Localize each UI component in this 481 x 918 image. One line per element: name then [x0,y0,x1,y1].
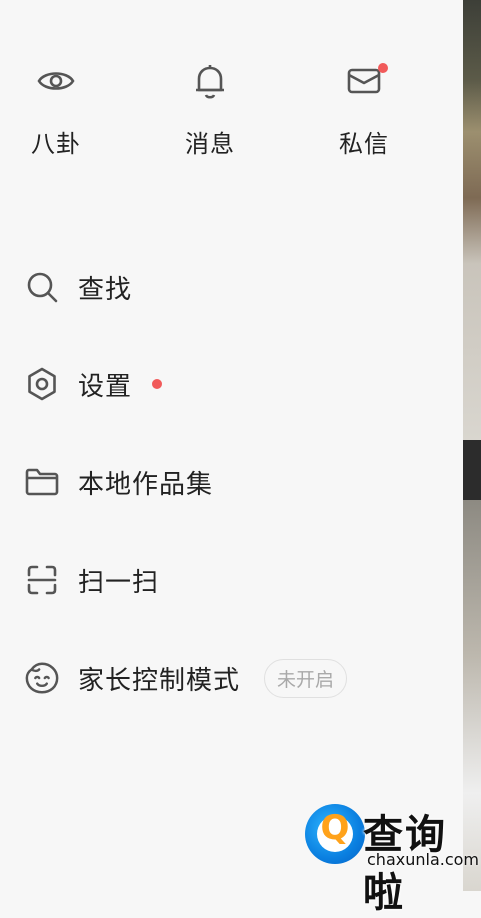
menu-item-parental-control[interactable]: 家长控制模式 未开启 [24,656,348,700]
site-watermark: Q 查询啦 chaxunla.com [305,800,479,916]
menu-item-local-works[interactable]: 本地作品集 [24,460,213,504]
top-action-label: 消息 [185,130,235,158]
search-icon [24,269,60,305]
menu-item-label: 本地作品集 [78,469,214,500]
settings-badge-dot [152,379,163,389]
menu-item-label: 扫一扫 [78,567,160,598]
menu-item-label: 设置 [78,371,133,402]
top-action-messages[interactable]: 消息 [155,60,265,159]
underlying-page-peek[interactable] [463,0,481,891]
bell-icon [193,62,227,104]
menu-item-scan[interactable]: 扫一扫 [24,558,159,602]
eye-icon [37,68,75,98]
menu-item-label: 家长控制模式 [78,665,241,696]
top-action-label: 私信 [339,130,389,158]
folder-icon [24,464,60,500]
parental-control-status-badge: 未开启 [264,658,348,698]
menu-item-settings[interactable]: 设置 [24,362,163,406]
menu-item-label: 查找 [78,274,133,305]
top-action-label: 八卦 [31,130,81,158]
scan-icon [24,562,60,598]
background-photo-strip [463,440,481,500]
watermark-logo-letter: Q [320,808,350,848]
gear-icon [24,366,60,402]
side-drawer: 八卦 消息 私信 查找 设置 本地作品集 扫一扫 家长控制模式 未开启 Q 查询… [0,0,479,916]
background-photo-strip [463,0,481,440]
watermark-url: chaxunla.com [367,850,479,869]
top-action-direct-messages[interactable]: 私信 [309,60,419,159]
menu-item-search[interactable]: 查找 [24,265,132,309]
mail-icon [346,63,388,100]
child-face-icon [24,660,60,696]
top-action-gossip[interactable]: 八卦 [1,60,111,159]
unread-dot [378,63,388,73]
